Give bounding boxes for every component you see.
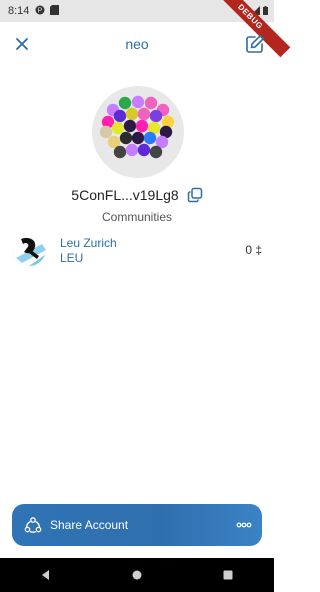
nav-home-button[interactable] bbox=[127, 565, 147, 585]
identicon-dot bbox=[125, 143, 139, 157]
identicon-dot bbox=[118, 96, 132, 110]
identicon-dot bbox=[135, 119, 149, 133]
svg-text:P: P bbox=[38, 7, 43, 14]
status-time: 8:14 bbox=[8, 5, 30, 17]
share-account-button[interactable]: Share Account bbox=[12, 504, 262, 546]
community-name: Leu Zurich bbox=[60, 236, 117, 250]
app-bar: neo bbox=[0, 22, 274, 66]
share-account-label: Share Account bbox=[50, 518, 129, 532]
recents-icon bbox=[223, 570, 233, 580]
identicon-dot bbox=[123, 119, 137, 133]
battery-icon bbox=[263, 6, 268, 18]
identicon-dot bbox=[149, 145, 163, 159]
back-icon bbox=[41, 570, 49, 580]
community-list-item[interactable]: Leu Zurich LEU 0 ‡ bbox=[12, 232, 262, 266]
identicon-dot bbox=[131, 95, 145, 109]
nav-back-button[interactable] bbox=[36, 565, 56, 585]
copy-address-button[interactable] bbox=[187, 187, 203, 203]
identicon-dot bbox=[143, 131, 157, 145]
address-row: 5ConFL...v19Lg8 bbox=[0, 184, 274, 206]
more-options-icon[interactable] bbox=[236, 518, 252, 532]
identicon-dot bbox=[137, 107, 151, 121]
share-icon bbox=[24, 517, 42, 533]
identicon-dot bbox=[113, 145, 127, 159]
identicon-dot bbox=[99, 125, 113, 139]
community-symbol: LEU bbox=[60, 251, 84, 265]
status-bar: 8:14 P DEBUG bbox=[0, 0, 291, 58]
identicon-dot bbox=[149, 109, 163, 123]
identicon-dot bbox=[144, 96, 158, 110]
edit-icon bbox=[246, 34, 265, 53]
communities-heading: Communities bbox=[101, 210, 173, 224]
community-logo bbox=[12, 232, 46, 266]
identicon-dot bbox=[119, 131, 133, 145]
home-icon bbox=[132, 570, 142, 580]
system-nav-bar bbox=[0, 558, 274, 592]
identicon-dot bbox=[125, 107, 139, 121]
identicon-dot bbox=[111, 121, 125, 135]
identicon-dot bbox=[131, 131, 145, 145]
notification-icon: P bbox=[35, 5, 45, 18]
identicon-dot bbox=[137, 143, 151, 157]
account-address: 5ConFL...v19Lg8 bbox=[71, 187, 179, 203]
edit-button[interactable] bbox=[244, 33, 266, 55]
page-title: neo bbox=[125, 36, 149, 52]
community-balance: 0 ‡ bbox=[245, 243, 262, 257]
nav-recents-button[interactable] bbox=[218, 565, 238, 585]
account-identicon bbox=[92, 86, 184, 178]
copy-icon bbox=[187, 187, 202, 203]
sd-card-icon bbox=[50, 4, 60, 18]
identicon-dot bbox=[113, 109, 127, 123]
